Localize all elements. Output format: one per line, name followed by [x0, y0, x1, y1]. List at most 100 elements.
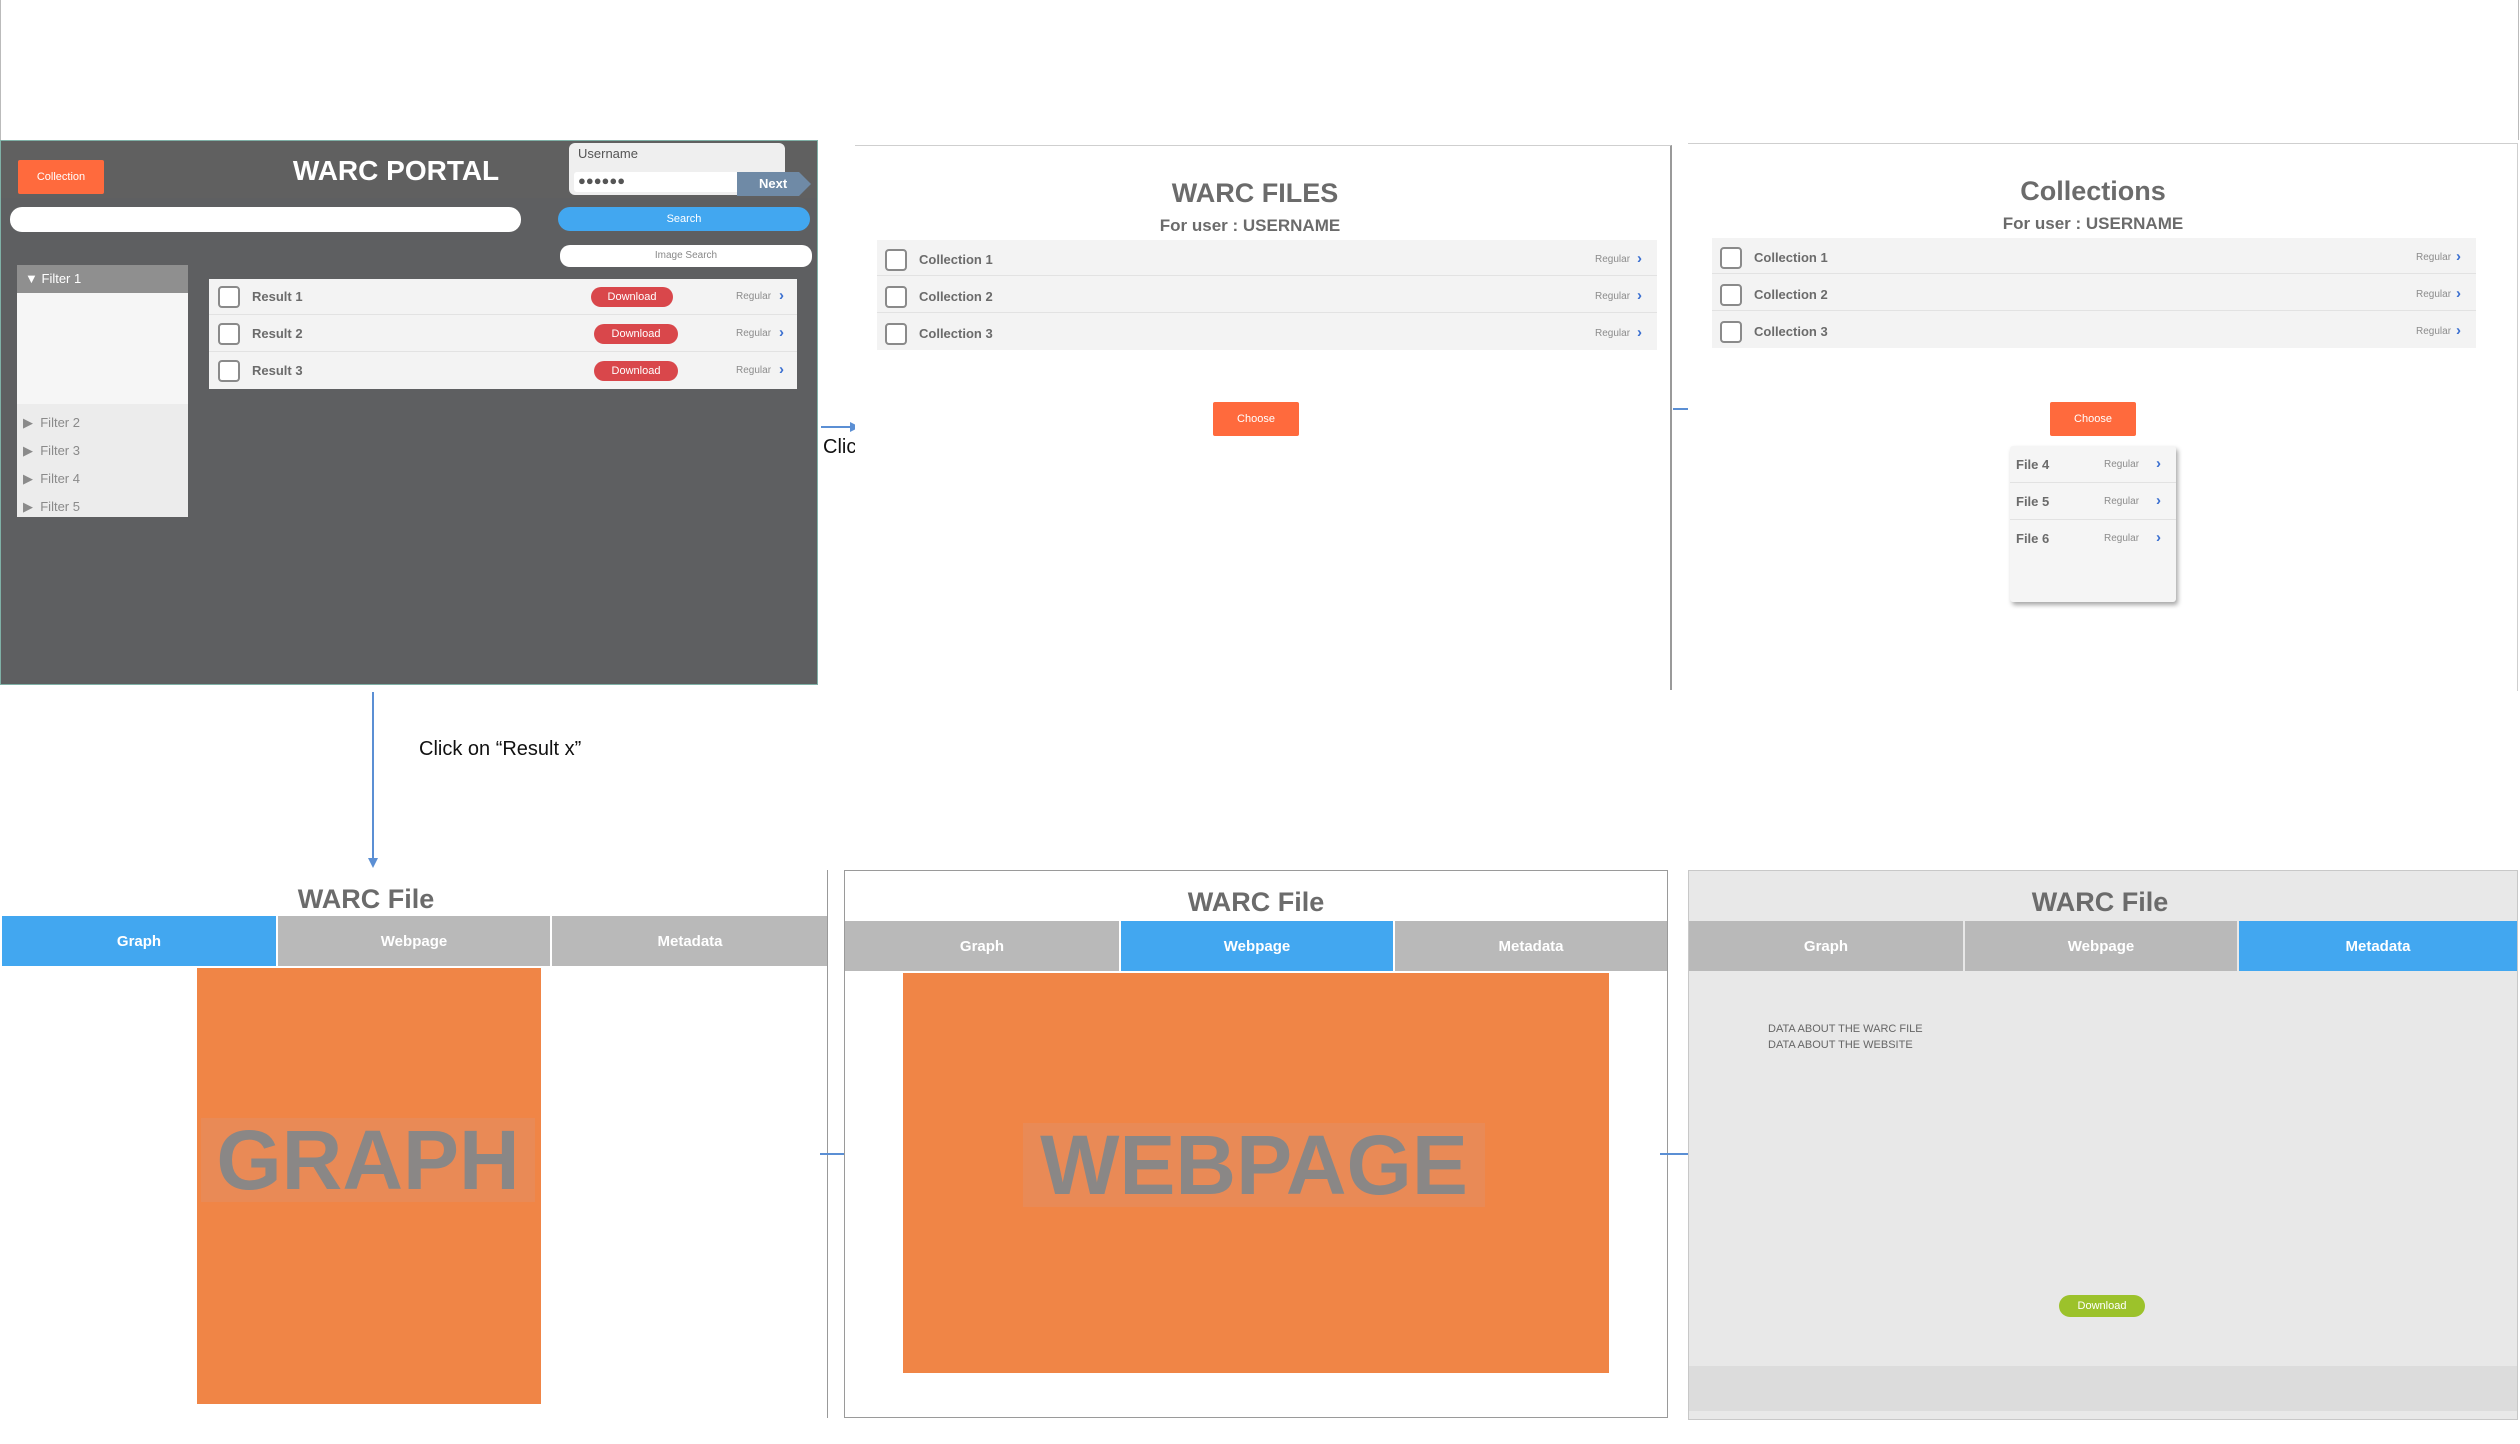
- filter-5[interactable]: ▶ Filter 5: [23, 499, 80, 515]
- search-input[interactable]: [10, 207, 521, 232]
- collection-list: Collection 1 Regular › Collection 2 Regu…: [877, 240, 1657, 350]
- filter-3-label: Filter 3: [40, 443, 80, 458]
- filter-1-header[interactable]: ▼ Filter 1: [17, 265, 188, 293]
- tab-graph[interactable]: Graph: [2, 916, 276, 966]
- result-checkbox[interactable]: [218, 323, 240, 345]
- chevron-right-icon[interactable]: ›: [2156, 529, 2161, 546]
- portal-title: WARC PORTAL: [292, 155, 500, 186]
- password-field[interactable]: ●●●●●●: [574, 172, 740, 192]
- tab-bar: Graph Webpage Metadata: [845, 921, 1667, 971]
- triangle-right-icon: ▶: [23, 471, 33, 486]
- collection-checkbox[interactable]: [1720, 284, 1742, 306]
- popup-item-type: Regular: [2104, 459, 2140, 470]
- collection-type: Regular: [2416, 252, 2452, 263]
- flow-arrow-line: [821, 426, 851, 428]
- chevron-right-icon[interactable]: ›: [1637, 250, 1642, 267]
- filter-1-label: Filter 1: [41, 271, 82, 286]
- result-row[interactable]: Result 1 Download Regular ›: [209, 279, 797, 315]
- warc-files-panel: WARC FILES For user : USERNAME Collectio…: [855, 145, 1672, 690]
- chevron-right-icon[interactable]: ›: [2156, 455, 2161, 472]
- collection-row[interactable]: Collection 3 Regular ›: [1712, 312, 2476, 348]
- collection-type: Regular: [1595, 254, 1631, 265]
- collection-type: Regular: [1595, 328, 1631, 339]
- collection-label: Collection 1: [919, 252, 993, 267]
- choose-button[interactable]: Choose: [1213, 402, 1299, 436]
- chevron-right-icon[interactable]: ›: [1637, 287, 1642, 304]
- download-button[interactable]: Download: [594, 324, 678, 344]
- collection-checkbox[interactable]: [1720, 321, 1742, 343]
- result-row[interactable]: Result 3 Download Regular ›: [209, 353, 797, 389]
- collection-row[interactable]: Collection 2 Regular ›: [877, 277, 1657, 313]
- tab-metadata[interactable]: Metadata: [2239, 921, 2517, 971]
- tab-bar: Graph Webpage Metadata: [1689, 921, 2517, 971]
- chevron-right-icon[interactable]: ›: [2456, 322, 2461, 339]
- tab-webpage[interactable]: Webpage: [278, 916, 550, 966]
- collections-panel: Collections For user : USERNAME Collecti…: [1688, 143, 2518, 691]
- popup-item[interactable]: File 5 Regular ›: [2010, 483, 2176, 520]
- tab-webpage[interactable]: Webpage: [1121, 921, 1393, 971]
- result-checkbox[interactable]: [218, 286, 240, 308]
- triangle-right-icon: ▶: [23, 415, 33, 430]
- tab-metadata[interactable]: Metadata: [1395, 921, 1667, 971]
- popup-item[interactable]: File 4 Regular ›: [2010, 446, 2176, 483]
- triangle-down-icon: ▼: [25, 271, 38, 286]
- result-label: Result 3: [252, 363, 303, 378]
- chevron-right-icon[interactable]: ›: [779, 287, 784, 304]
- collection-label: Collection 3: [919, 326, 993, 341]
- result-type: Regular: [736, 328, 772, 339]
- popup-item[interactable]: File 6 Regular ›: [2010, 520, 2176, 557]
- collection-row[interactable]: Collection 1 Regular ›: [1712, 238, 2476, 274]
- download-button[interactable]: Download: [2059, 1295, 2145, 1317]
- metadata-line: DATA ABOUT THE WARC FILE: [1768, 1023, 1923, 1035]
- tab-graph[interactable]: Graph: [845, 921, 1119, 971]
- file-popup: File 4 Regular › File 5 Regular › File 6…: [2010, 446, 2176, 602]
- metadata-line: DATA ABOUT THE WEBSITE: [1768, 1039, 1913, 1051]
- tab-metadata[interactable]: Metadata: [552, 916, 828, 966]
- collection-checkbox[interactable]: [885, 323, 907, 345]
- collection-checkbox[interactable]: [885, 249, 907, 271]
- filter-3[interactable]: ▶ Filter 3: [23, 443, 80, 459]
- collection-list: Collection 1 Regular › Collection 2 Regu…: [1712, 238, 2476, 348]
- flow-arrow-line: [372, 692, 374, 858]
- collection-button[interactable]: Collection: [18, 160, 104, 194]
- chevron-right-icon[interactable]: ›: [2456, 285, 2461, 302]
- annotation-click-result: Click on “Result x”: [419, 738, 582, 760]
- collection-row[interactable]: Collection 3 Regular ›: [877, 314, 1657, 350]
- triangle-right-icon: ▶: [23, 443, 33, 458]
- popup-item-type: Regular: [2104, 533, 2140, 544]
- chevron-right-icon[interactable]: ›: [1637, 324, 1642, 341]
- view-title: WARC File: [2031, 887, 2169, 917]
- warc-portal-panel: Collection WARC PORTAL Username ●●●●●● N…: [0, 140, 818, 685]
- webpage-area: WEBPAGE: [903, 973, 1609, 1373]
- collection-checkbox[interactable]: [885, 286, 907, 308]
- choose-button[interactable]: Choose: [2050, 402, 2136, 436]
- divider-line: [827, 870, 828, 1418]
- chevron-right-icon[interactable]: ›: [779, 324, 784, 341]
- page-left-border: [0, 0, 1, 140]
- collection-row[interactable]: Collection 2 Regular ›: [1712, 275, 2476, 311]
- footer-bar: [1689, 1366, 2517, 1411]
- filter-2[interactable]: ▶ Filter 2: [23, 415, 80, 431]
- collection-row[interactable]: Collection 1 Regular ›: [877, 240, 1657, 276]
- tab-graph[interactable]: Graph: [1689, 921, 1963, 971]
- result-label: Result 1: [252, 289, 303, 304]
- chevron-right-icon[interactable]: ›: [2156, 492, 2161, 509]
- tab-bar: Graph Webpage Metadata: [0, 916, 828, 966]
- filter-4[interactable]: ▶ Filter 4: [23, 471, 80, 487]
- collections-subtitle: For user : USERNAME: [2002, 214, 2184, 233]
- result-checkbox[interactable]: [218, 360, 240, 382]
- view-title: WARC File: [297, 884, 435, 914]
- tab-webpage[interactable]: Webpage: [1965, 921, 2237, 971]
- chevron-right-icon[interactable]: ›: [2456, 248, 2461, 265]
- collection-checkbox[interactable]: [1720, 247, 1742, 269]
- search-button[interactable]: Search: [558, 207, 810, 231]
- popup-item-label: File 5: [2016, 494, 2050, 509]
- username-label: Username: [578, 146, 638, 161]
- next-button[interactable]: Next: [737, 172, 811, 196]
- image-search-button[interactable]: Image Search: [560, 245, 812, 267]
- download-button[interactable]: Download: [594, 361, 678, 381]
- result-row[interactable]: Result 2 Download Regular ›: [209, 316, 797, 352]
- chevron-right-icon[interactable]: ›: [779, 361, 784, 378]
- download-button[interactable]: Download: [591, 287, 673, 307]
- graph-view-panel: WARC File Graph Webpage Metadata GRAPH: [0, 870, 828, 1422]
